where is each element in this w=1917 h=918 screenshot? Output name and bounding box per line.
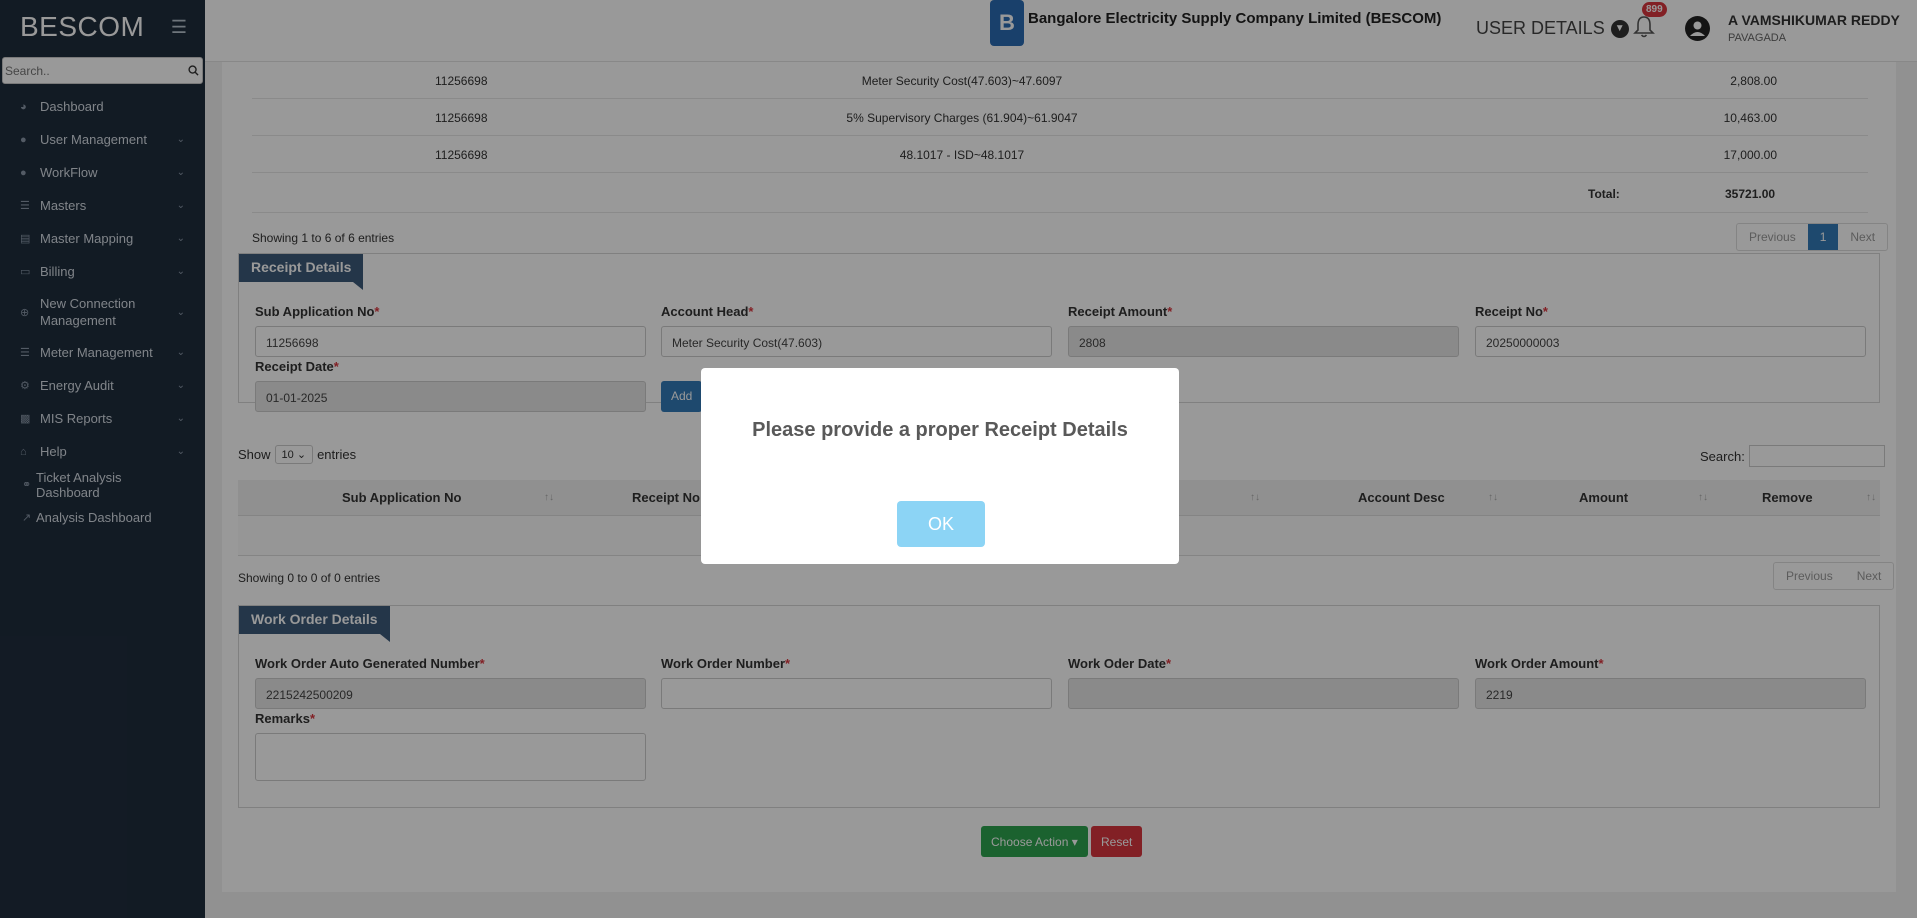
ok-button[interactable]: OK	[897, 501, 985, 547]
alert-message: Please provide a proper Receipt Details	[752, 419, 1128, 441]
alert-dialog: Please provide a proper Receipt Details …	[701, 368, 1179, 564]
